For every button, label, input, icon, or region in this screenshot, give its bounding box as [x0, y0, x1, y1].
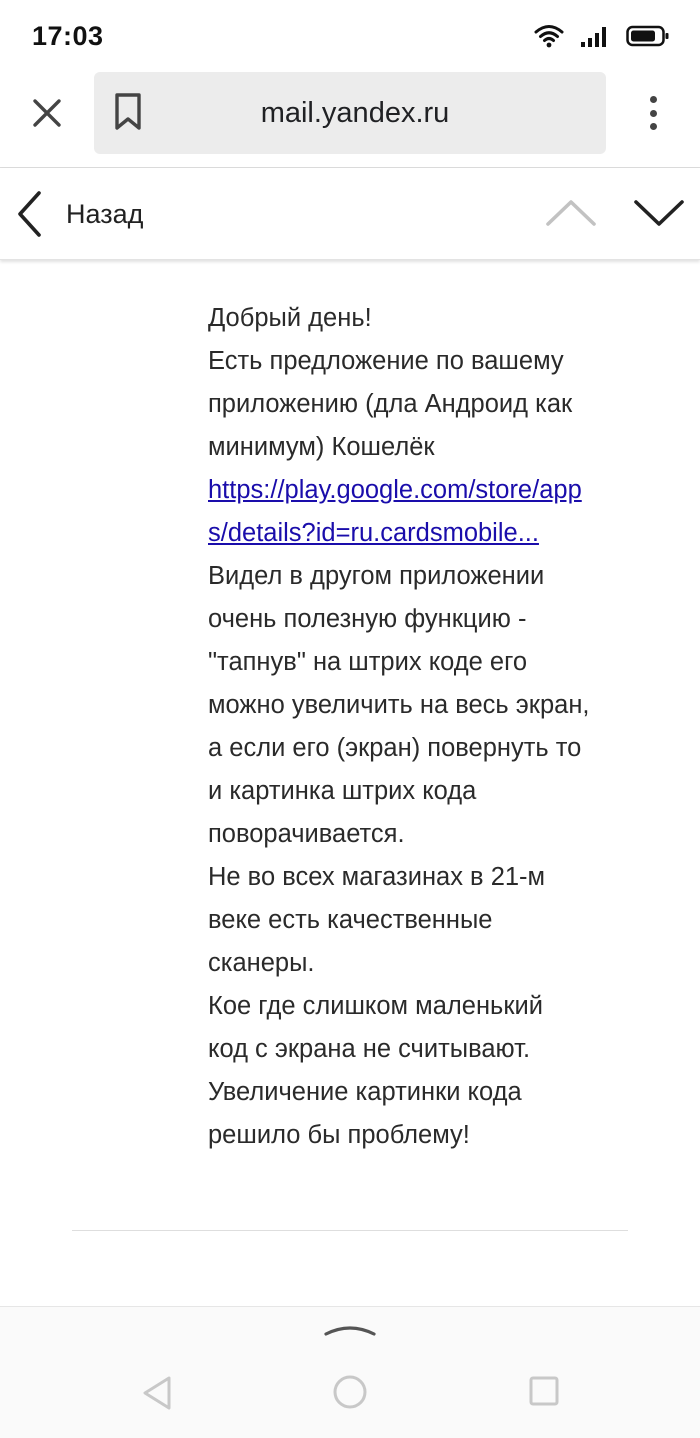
- status-bar: 17:03: [0, 0, 700, 72]
- previous-message-button[interactable]: [542, 192, 600, 232]
- message-line: можно увеличить на весь экран,: [208, 691, 590, 719]
- message-line: Кое где слишком маленький: [208, 992, 543, 1020]
- close-icon: [33, 99, 61, 127]
- chevron-up-icon: [324, 1326, 376, 1336]
- chevron-down-icon: [634, 200, 684, 226]
- message-divider: [72, 1230, 628, 1231]
- app-store-link-continued[interactable]: s/details?id=ru.cardsmobile...: [208, 512, 638, 555]
- status-time: 17:03: [32, 20, 104, 51]
- url-text[interactable]: mail.yandex.ru: [94, 72, 606, 154]
- message-line: Не во всех магазинах в 21-м: [208, 863, 546, 891]
- message-line: Есть предложение по вашему: [208, 347, 564, 375]
- message-line: Добрый день!: [208, 304, 372, 332]
- message-line: Увеличение картинки кода: [208, 1078, 522, 1106]
- message-line: решило бы проблему!: [208, 1121, 470, 1149]
- system-home-button[interactable]: [332, 1374, 368, 1410]
- circle-home-icon: [333, 1375, 367, 1409]
- system-recent-apps-button[interactable]: [528, 1375, 560, 1407]
- back-label[interactable]: Назад: [66, 199, 143, 230]
- message-line: поворачивается.: [208, 820, 405, 848]
- chevron-left-icon: [18, 191, 41, 237]
- close-button[interactable]: [26, 92, 68, 134]
- status-icons: [534, 24, 670, 48]
- more-vert-icon-dot: [649, 109, 657, 117]
- message-body: Добрый день! Есть предложение по вашему …: [208, 297, 638, 1157]
- triangle-back-icon: [143, 1376, 171, 1410]
- message-line: и картинка штрих кода: [208, 777, 477, 805]
- address-bar[interactable]: mail.yandex.ru: [94, 72, 606, 154]
- system-navigation-bar: [0, 1356, 700, 1438]
- screen: 17:03 mail.yandex.ru Назад Добрый день! …: [0, 0, 700, 1438]
- mail-nav-bar: Назад: [0, 168, 700, 260]
- more-vert-icon: [649, 96, 657, 103]
- system-back-button[interactable]: [140, 1374, 174, 1412]
- message-line: веке есть качественные: [208, 906, 493, 934]
- message-line: очень полезную функцию -: [208, 605, 527, 633]
- message-line: код с экрана не считывают.: [208, 1035, 531, 1063]
- message-line: приложению (дла Андроид как: [208, 390, 573, 418]
- message-line: а если его (экран) повернуть то: [208, 734, 582, 762]
- more-vert-icon-dot: [649, 123, 657, 130]
- expand-handle[interactable]: [322, 1319, 378, 1339]
- next-message-button[interactable]: [630, 192, 688, 232]
- wifi-icon: [534, 25, 564, 48]
- app-store-link[interactable]: https://play.google.com/store/app: [208, 469, 638, 512]
- message-line: минимум) Кошелёк: [208, 433, 435, 461]
- square-recent-icon: [529, 1376, 559, 1406]
- message-line: Видел в другом приложении: [208, 562, 545, 590]
- message-line: "тапнув" на штрих коде его: [208, 648, 528, 676]
- battery-icon: [626, 25, 669, 47]
- chevron-up-icon: [546, 200, 596, 226]
- signal-icon: [581, 27, 606, 47]
- back-button[interactable]: Назад: [10, 186, 143, 242]
- message-line: сканеры.: [208, 949, 315, 977]
- more-menu-button[interactable]: [636, 90, 670, 136]
- browser-toolbar: mail.yandex.ru: [0, 72, 700, 168]
